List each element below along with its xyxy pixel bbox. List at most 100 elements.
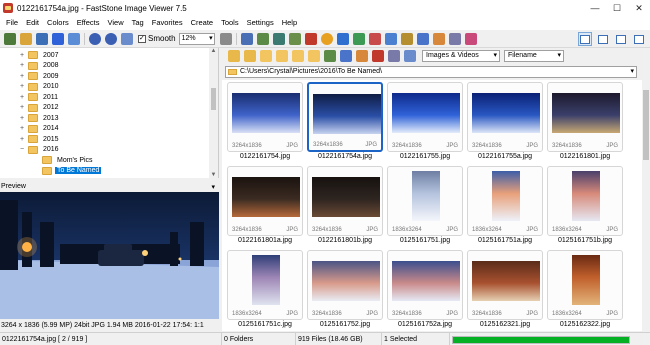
rotate-left-icon[interactable] bbox=[288, 32, 301, 45]
menu-tools[interactable]: Tools bbox=[217, 16, 243, 30]
tree-expander[interactable]: + bbox=[18, 115, 26, 122]
tree-scrollbar[interactable]: ▲ ▼ bbox=[209, 48, 218, 178]
menu-effects[interactable]: Effects bbox=[73, 16, 104, 30]
select-all-icon[interactable] bbox=[388, 50, 400, 62]
tree-item[interactable]: +2007 bbox=[18, 50, 61, 61]
grid-scroll-thumb[interactable] bbox=[643, 90, 649, 160]
tree-item[interactable]: +2008 bbox=[18, 61, 61, 72]
up-folder-icon[interactable] bbox=[260, 50, 272, 62]
thumbnail-item[interactable]: 3264x1836 JPG 0122161801b.jpg bbox=[307, 166, 383, 247]
back-arrow-icon[interactable] bbox=[228, 50, 240, 62]
preview-image[interactable] bbox=[0, 192, 219, 319]
tree-item[interactable]: Mom's Pics bbox=[40, 155, 95, 166]
thumbnail-item[interactable]: 3264x1836 JPG 0122161755.jpg bbox=[387, 82, 463, 163]
delete-icon[interactable] bbox=[372, 50, 384, 62]
zoom-dropdown[interactable]: 12% bbox=[178, 32, 215, 45]
smooth-checkbox[interactable] bbox=[138, 34, 146, 43]
minimize-button[interactable]: — bbox=[584, 0, 606, 16]
tree-expander[interactable]: + bbox=[18, 104, 26, 111]
forward-arrow-icon[interactable] bbox=[244, 50, 256, 62]
batch-convert-icon[interactable] bbox=[384, 32, 397, 45]
thumbnail-item[interactable]: 3264x1836 JPG 0122161755a.jpg bbox=[467, 82, 543, 163]
crop-icon[interactable] bbox=[272, 32, 285, 45]
fit-window-icon[interactable] bbox=[121, 32, 133, 45]
copy-to-folder-icon[interactable] bbox=[292, 50, 304, 62]
fullscreen-view-button[interactable] bbox=[614, 32, 628, 46]
path-input[interactable]: C:\Users\Crystal\Pictures\2016\To Be Nam… bbox=[225, 66, 637, 78]
tree-item[interactable]: +2012 bbox=[18, 103, 61, 114]
thumbnail-item[interactable]: 1836x3264 JPG 0125161751a.jpg bbox=[467, 166, 543, 247]
menu-help[interactable]: Help bbox=[278, 16, 301, 30]
zoom-in-icon[interactable] bbox=[89, 32, 101, 45]
thumbnail-item[interactable]: 3264x1836 JPG 0125162321.jpg bbox=[467, 250, 543, 331]
rotate-right-icon[interactable] bbox=[304, 32, 317, 45]
exit-icon[interactable] bbox=[464, 32, 477, 45]
new-folder-icon[interactable] bbox=[276, 50, 288, 62]
scroll-down-icon[interactable]: ▼ bbox=[209, 172, 218, 178]
menu-tag[interactable]: Tag bbox=[128, 16, 148, 30]
email-icon[interactable] bbox=[368, 32, 381, 45]
tree-item-selected[interactable]: To Be Named bbox=[40, 166, 102, 177]
browse-icon[interactable] bbox=[4, 32, 16, 45]
contact-sheet-icon[interactable] bbox=[400, 32, 413, 45]
grid-scrollbar[interactable] bbox=[642, 80, 650, 331]
mail-icon[interactable] bbox=[432, 32, 445, 45]
tree-item[interactable]: − 2016 bbox=[18, 145, 61, 156]
save-icon[interactable] bbox=[52, 32, 64, 45]
thumbnail-item[interactable]: 3264x1836 JPG 0122161801a.jpg bbox=[227, 166, 303, 247]
thumbnail-item[interactable]: 3264x1836 JPG 0125161752a.jpg bbox=[387, 250, 463, 331]
thumbnail-item[interactable]: 3264x1836 JPG 0122161754.jpg bbox=[227, 82, 303, 163]
menu-favorites[interactable]: Favorites bbox=[148, 16, 187, 30]
tree-item[interactable]: +2011 bbox=[18, 92, 60, 103]
resize-icon[interactable] bbox=[256, 32, 269, 45]
file-filter-dropdown[interactable]: Images & Videos bbox=[422, 50, 500, 62]
collapse-icon[interactable]: ▾ bbox=[211, 183, 215, 191]
thumbnail-item[interactable]: 1836x3264 JPG 0125161751c.jpg bbox=[227, 250, 303, 331]
details-view-button[interactable] bbox=[632, 32, 646, 46]
thumbnail-item[interactable]: 3264x1836 JPG 0122161801.jpg bbox=[547, 82, 623, 163]
thumbnail-item[interactable]: 3264x1836 JPG 0125161752.jpg bbox=[307, 250, 383, 331]
slideshow-icon[interactable] bbox=[336, 32, 349, 45]
move-to-folder-icon[interactable] bbox=[308, 50, 320, 62]
tree-item[interactable]: +2010 bbox=[18, 82, 61, 93]
rename-icon[interactable] bbox=[340, 50, 352, 62]
thumbnail-view-button[interactable] bbox=[596, 32, 610, 46]
sort-dropdown[interactable]: Filename bbox=[504, 50, 564, 62]
tree-expander[interactable]: + bbox=[18, 73, 26, 80]
tree-expander[interactable]: + bbox=[18, 62, 26, 69]
thumbnail-item[interactable]: 1836x3264 JPG 0125161751b.jpg bbox=[547, 166, 623, 247]
acquire-icon[interactable] bbox=[36, 32, 48, 45]
maximize-button[interactable]: ☐ bbox=[606, 0, 628, 16]
filter-icon[interactable] bbox=[404, 50, 416, 62]
open-folder-icon[interactable] bbox=[20, 32, 32, 45]
tree-expander[interactable]: + bbox=[18, 52, 26, 59]
chevron-down-icon[interactable]: ▾ bbox=[630, 67, 634, 77]
tree-scroll-thumb[interactable] bbox=[211, 88, 216, 110]
menu-edit[interactable]: Edit bbox=[22, 16, 43, 30]
menu-settings[interactable]: Settings bbox=[243, 16, 278, 30]
menu-view[interactable]: View bbox=[104, 16, 128, 30]
smooth-toggle[interactable]: Smooth bbox=[138, 34, 176, 43]
refresh-icon[interactable] bbox=[324, 50, 336, 62]
menu-create[interactable]: Create bbox=[187, 16, 218, 30]
tree-expander[interactable]: + bbox=[18, 94, 26, 101]
menu-file[interactable]: File bbox=[2, 16, 22, 30]
tag-icon[interactable] bbox=[356, 50, 368, 62]
tree-expander[interactable]: − bbox=[18, 146, 26, 153]
tree-item[interactable]: +2014 bbox=[18, 124, 61, 135]
adjust-colors-icon[interactable] bbox=[320, 32, 333, 45]
scroll-up-icon[interactable]: ▲ bbox=[209, 48, 218, 54]
tree-item[interactable]: +2015 bbox=[18, 134, 61, 145]
tree-item[interactable]: +2009 bbox=[18, 71, 61, 82]
tree-expander[interactable]: + bbox=[18, 125, 26, 132]
thumbnail-item[interactable]: 1836x3264 JPG 0125161751.jpg bbox=[387, 166, 463, 247]
tree-expander[interactable]: + bbox=[18, 83, 26, 90]
zoom-out-icon[interactable] bbox=[105, 32, 117, 45]
print-sheet-icon[interactable] bbox=[448, 32, 461, 45]
tree-expander[interactable]: + bbox=[18, 136, 26, 143]
menu-colors[interactable]: Colors bbox=[43, 16, 73, 30]
print-icon[interactable] bbox=[68, 32, 80, 45]
thumbnail-item[interactable]: 3264x1836 JPG 0122161754a.jpg bbox=[307, 82, 383, 163]
close-button[interactable]: ✕ bbox=[628, 0, 650, 16]
thumbnail-item[interactable]: 1836x3264 JPG 0125162322.jpg bbox=[547, 250, 623, 331]
